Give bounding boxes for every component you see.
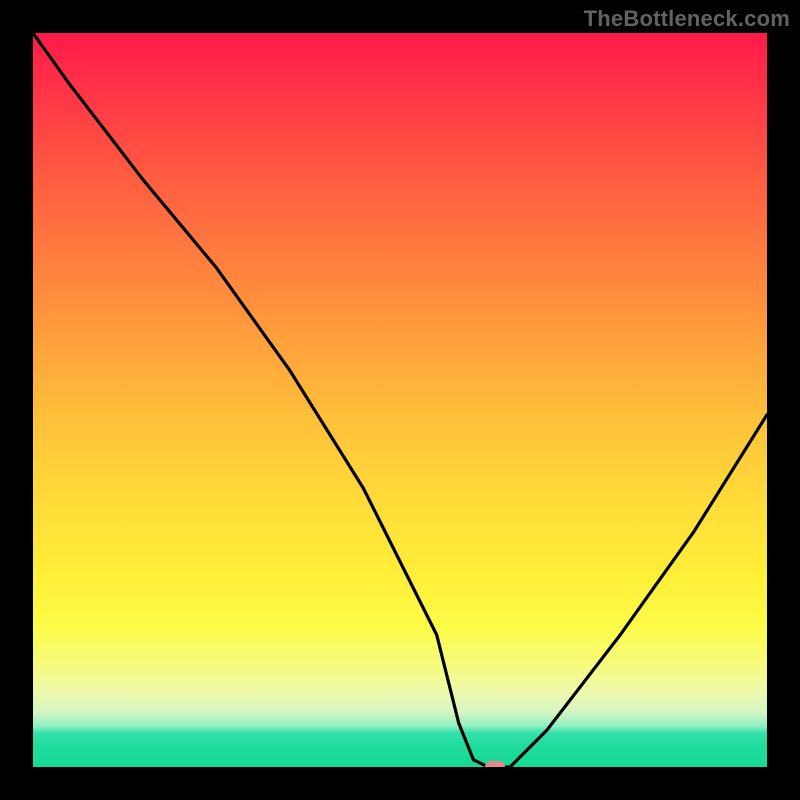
watermark-text: TheBottleneck.com — [584, 6, 790, 32]
optimum-marker — [485, 761, 505, 767]
curve-path — [33, 33, 767, 767]
plot-area — [33, 33, 767, 767]
bottleneck-curve — [33, 33, 767, 767]
chart-stage: TheBottleneck.com — [0, 0, 800, 800]
